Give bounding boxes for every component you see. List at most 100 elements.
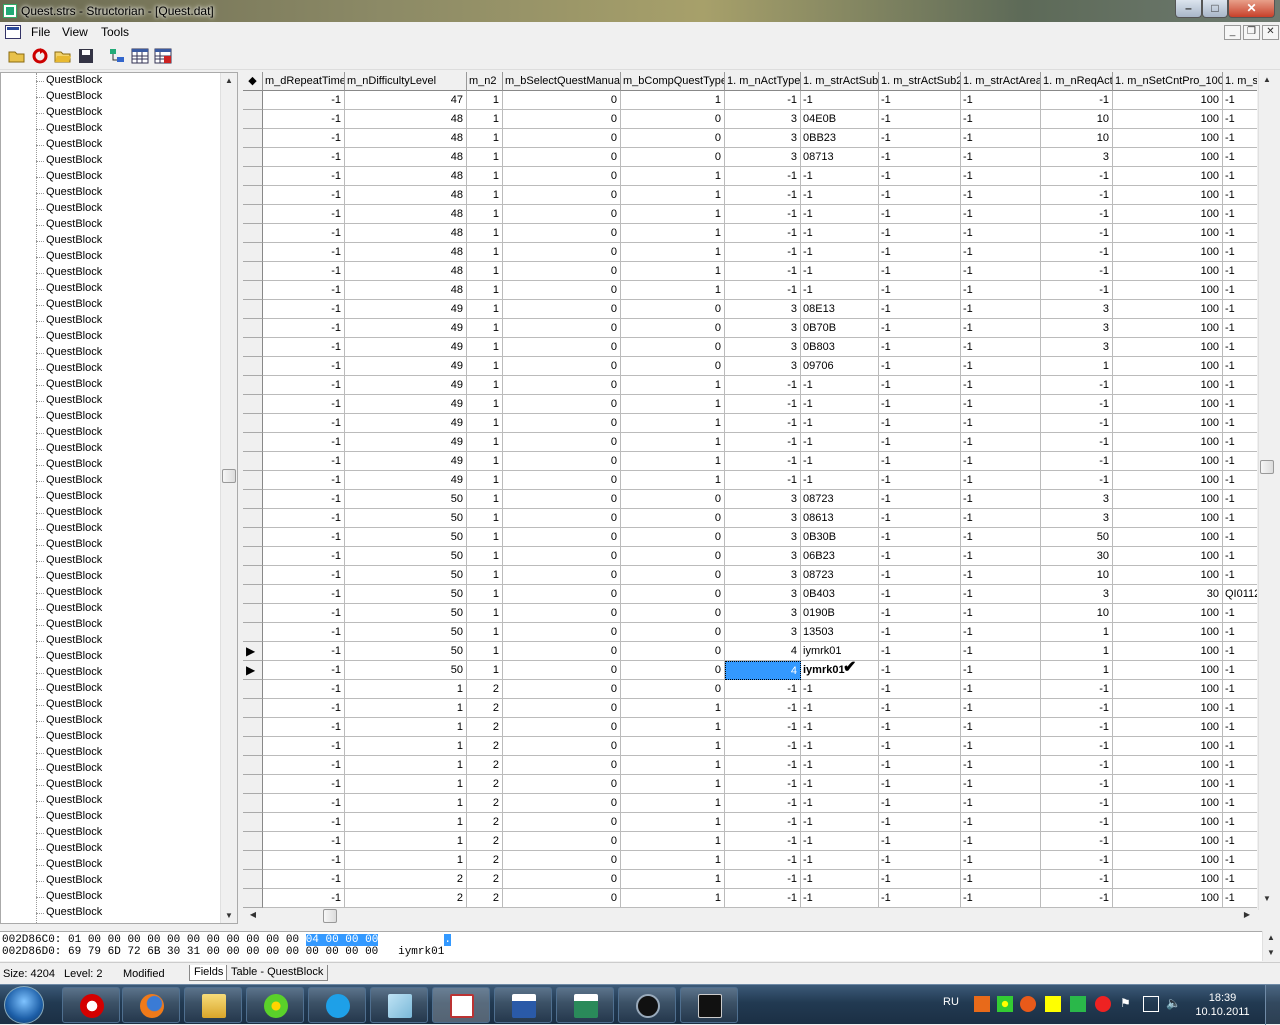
row-header[interactable] bbox=[243, 718, 263, 737]
tree-item[interactable]: QuestBlock bbox=[1, 521, 219, 537]
grid-cell[interactable]: 0 bbox=[621, 509, 725, 528]
grid-cell[interactable]: -1 bbox=[1041, 870, 1113, 889]
grid-cell[interactable]: -1 bbox=[801, 870, 879, 889]
grid-cell[interactable]: 1 bbox=[467, 414, 503, 433]
grid-cell[interactable]: -1 bbox=[961, 642, 1041, 661]
grid-cell[interactable]: -1 bbox=[961, 129, 1041, 148]
grid-cell[interactable]: 2 bbox=[467, 699, 503, 718]
grid-cell[interactable]: -1 bbox=[879, 300, 961, 319]
grid-cell[interactable]: 0 bbox=[503, 718, 621, 737]
grid-cell[interactable]: -1 bbox=[961, 547, 1041, 566]
grid-cell[interactable]: -1 bbox=[1041, 794, 1113, 813]
scroll-left-icon[interactable]: ◀ bbox=[245, 910, 261, 919]
grid-cell[interactable]: 1 bbox=[467, 319, 503, 338]
grid-cell[interactable]: 1 bbox=[345, 794, 467, 813]
grid-cell[interactable]: 0 bbox=[503, 167, 621, 186]
grid-cell[interactable]: 3 bbox=[725, 300, 801, 319]
grid-cell[interactable]: -1 bbox=[879, 414, 961, 433]
grid-cell[interactable]: 0 bbox=[503, 775, 621, 794]
grid-cell[interactable]: -1 bbox=[1223, 414, 1257, 433]
grid-cell[interactable]: 48 bbox=[345, 281, 467, 300]
grid-cell[interactable]: -1 bbox=[801, 756, 879, 775]
grid-cell[interactable]: 100 bbox=[1113, 832, 1223, 851]
grid-cell[interactable]: -1 bbox=[879, 357, 961, 376]
grid-cell[interactable]: 100 bbox=[1113, 281, 1223, 300]
grid-cell[interactable]: -1 bbox=[725, 452, 801, 471]
grid-cell[interactable]: -1 bbox=[1223, 623, 1257, 642]
tree-item[interactable]: QuestBlock bbox=[1, 281, 219, 297]
grid-cell[interactable]: 2 bbox=[467, 775, 503, 794]
grid-cell[interactable]: -1 bbox=[801, 91, 879, 110]
grid-cell[interactable]: 3 bbox=[725, 319, 801, 338]
language-indicator[interactable]: RU bbox=[943, 996, 959, 1008]
grid-cell[interactable]: -1 bbox=[725, 243, 801, 262]
grid-cell[interactable]: 0B803 bbox=[801, 338, 879, 357]
grid-cell[interactable]: 0 bbox=[503, 490, 621, 509]
grid-cell[interactable]: -1 bbox=[263, 737, 345, 756]
row-header[interactable] bbox=[243, 129, 263, 148]
grid-cell[interactable]: 1 bbox=[621, 433, 725, 452]
grid-cell[interactable]: -1 bbox=[1223, 832, 1257, 851]
grid-cell[interactable]: -1 bbox=[263, 642, 345, 661]
grid-cell[interactable]: 49 bbox=[345, 357, 467, 376]
grid-cell[interactable]: 3 bbox=[725, 357, 801, 376]
grid-cell[interactable]: 1 bbox=[621, 737, 725, 756]
grid-cell[interactable]: 0 bbox=[503, 319, 621, 338]
grid-cell[interactable]: 3 bbox=[725, 509, 801, 528]
grid-cell[interactable]: -1 bbox=[961, 680, 1041, 699]
grid-cell[interactable]: -1 bbox=[961, 794, 1041, 813]
table-edit-icon[interactable] bbox=[154, 47, 172, 65]
grid-scroll-thumb[interactable] bbox=[1260, 460, 1274, 474]
grid-cell[interactable]: -1 bbox=[961, 376, 1041, 395]
grid-cell[interactable]: 0 bbox=[503, 395, 621, 414]
grid-cell[interactable]: -1 bbox=[263, 414, 345, 433]
grid-cell[interactable]: 49 bbox=[345, 471, 467, 490]
grid-cell[interactable]: 0 bbox=[503, 205, 621, 224]
grid-cell[interactable]: 1 bbox=[467, 262, 503, 281]
scroll-down-icon[interactable]: ▼ bbox=[1263, 948, 1279, 957]
grid-cell[interactable]: 1 bbox=[345, 832, 467, 851]
menu-view[interactable]: View bbox=[62, 25, 88, 39]
grid-cell[interactable]: 3 bbox=[725, 623, 801, 642]
grid-cell[interactable]: -1 bbox=[263, 623, 345, 642]
grid-cell[interactable]: -1 bbox=[879, 205, 961, 224]
column-header[interactable]: 1. m_strLinkQ bbox=[1223, 72, 1257, 91]
grid-cell[interactable]: -1 bbox=[725, 832, 801, 851]
grid-cell[interactable]: 1 bbox=[621, 452, 725, 471]
grid-cell[interactable]: -1 bbox=[1223, 490, 1257, 509]
grid-cell[interactable]: 100 bbox=[1113, 490, 1223, 509]
grid-cell[interactable]: -1 bbox=[879, 642, 961, 661]
grid-cell[interactable]: -1 bbox=[263, 585, 345, 604]
tree-item[interactable]: QuestBlock bbox=[1, 505, 219, 521]
tree-item[interactable]: QuestBlock bbox=[1, 601, 219, 617]
grid-cell[interactable]: -1 bbox=[263, 110, 345, 129]
grid-cell[interactable]: -1 bbox=[1223, 851, 1257, 870]
grid-cell[interactable]: 2 bbox=[467, 889, 503, 908]
grid-cell[interactable]: 100 bbox=[1113, 680, 1223, 699]
grid-cell[interactable]: 30 bbox=[1113, 585, 1223, 604]
grid-cell[interactable]: 1 bbox=[621, 832, 725, 851]
grid-cell[interactable]: -1 bbox=[961, 357, 1041, 376]
tab-fields[interactable]: Fields bbox=[189, 965, 229, 981]
column-header[interactable]: m_n2 bbox=[467, 72, 503, 91]
grid-cell[interactable]: -1 bbox=[1223, 756, 1257, 775]
grid-cell[interactable]: 0 bbox=[503, 376, 621, 395]
grid-cell[interactable]: 04E0B bbox=[801, 110, 879, 129]
clock[interactable]: 18:39 10.10.2011 bbox=[1195, 991, 1250, 1019]
grid-cell[interactable]: -1 bbox=[1223, 110, 1257, 129]
tree-item[interactable]: QuestBlock bbox=[1, 873, 219, 889]
grid-cell[interactable]: 100 bbox=[1113, 813, 1223, 832]
hex-scrollbar[interactable]: ▲ ▼ bbox=[1262, 931, 1279, 961]
taskbar-skype[interactable] bbox=[308, 987, 366, 1023]
grid-cell[interactable]: 48 bbox=[345, 129, 467, 148]
tree-scrollbar[interactable]: ▲ ▼ bbox=[220, 73, 237, 923]
tree-item[interactable]: QuestBlock bbox=[1, 729, 219, 745]
grid-cell[interactable]: 0 bbox=[621, 338, 725, 357]
grid-cell[interactable]: 1 bbox=[467, 243, 503, 262]
grid-cell[interactable]: 50 bbox=[345, 623, 467, 642]
grid-cell[interactable]: 0 bbox=[621, 680, 725, 699]
grid-cell[interactable]: 2 bbox=[467, 851, 503, 870]
scroll-right-icon[interactable]: ▶ bbox=[1239, 910, 1255, 919]
grid-cell[interactable]: -1 bbox=[1041, 851, 1113, 870]
grid-cell[interactable]: 0 bbox=[503, 813, 621, 832]
